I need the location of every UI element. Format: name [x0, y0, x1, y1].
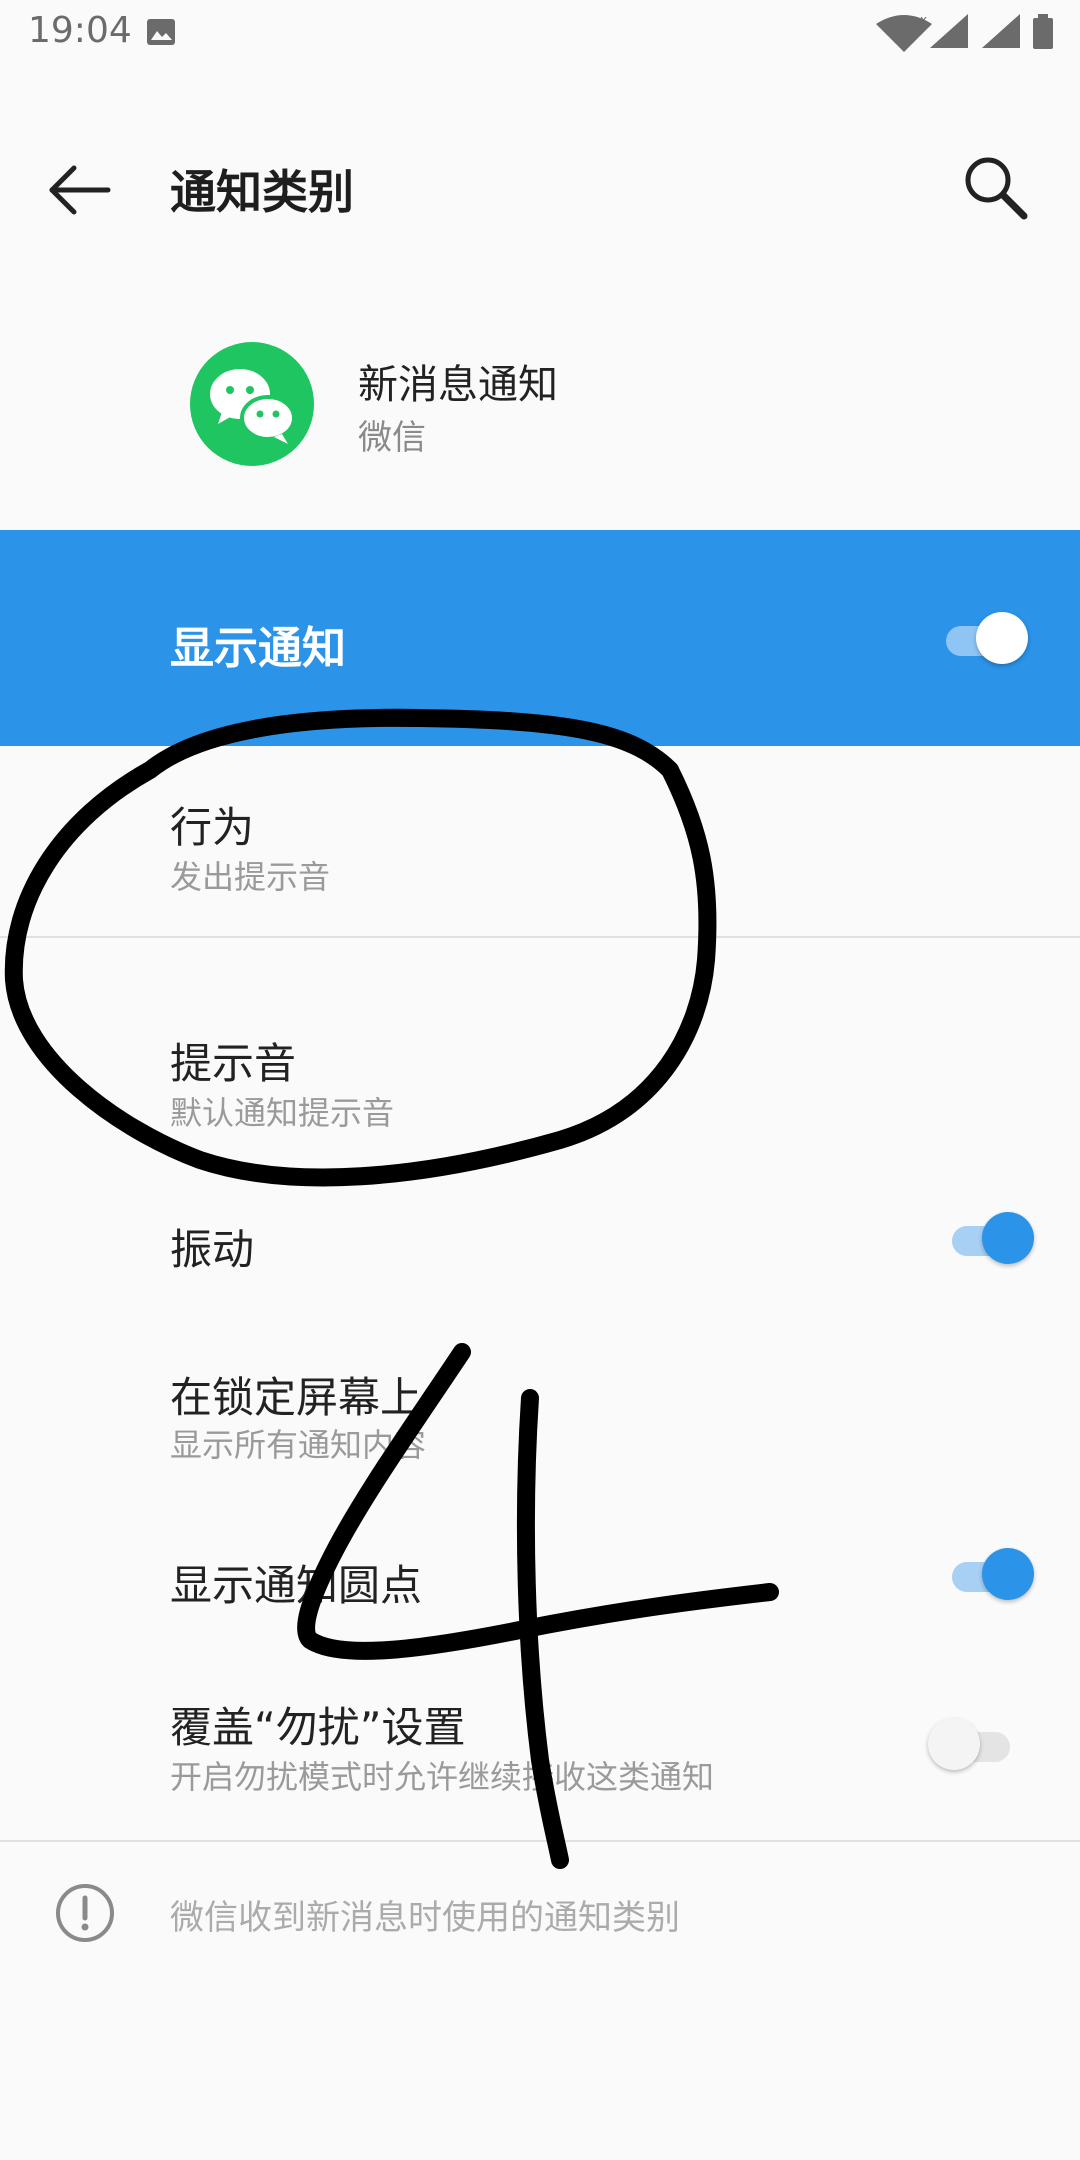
override-dnd-toggle[interactable]: [928, 1718, 1016, 1774]
battery-icon: [1033, 14, 1053, 49]
setting-summary: 显示所有通知内容: [170, 1426, 427, 1464]
toggle-thumb: [982, 1212, 1034, 1264]
setting-title: 显示通知圆点: [170, 1561, 423, 1610]
channel-title: 新消息通知: [358, 362, 558, 408]
setting-notification-dot[interactable]: 显示通知圆点: [0, 1500, 1080, 1660]
show-notifications-label: 显示通知: [170, 623, 346, 674]
notification-dot-toggle[interactable]: [946, 1548, 1034, 1604]
setting-summary: 默认通知提示音: [170, 1094, 395, 1132]
setting-summary: 开启勿扰模式时允许继续接收这类通知: [170, 1758, 715, 1796]
app-bar: 通知类别: [0, 80, 1080, 290]
cell-signal-icon-2: [982, 14, 1020, 48]
back-arrow-icon[interactable]: [44, 162, 114, 218]
status-time: 19:04: [28, 10, 132, 51]
footer-description: 微信收到新消息时使用的通知类别: [170, 1898, 680, 1938]
setting-title: 振动: [170, 1225, 255, 1274]
setting-title: 覆盖“勿扰”设置: [170, 1703, 466, 1752]
info-icon: [56, 1884, 114, 1942]
vibration-toggle[interactable]: [946, 1212, 1034, 1268]
setting-vibration[interactable]: 振动: [0, 1160, 1080, 1320]
show-notifications-switch-bar[interactable]: 显示通知: [0, 530, 1080, 746]
wechat-logo-icon: [190, 342, 314, 466]
show-notifications-toggle[interactable]: [940, 612, 1028, 668]
setting-summary: 发出提示音: [170, 858, 331, 896]
search-icon[interactable]: [960, 152, 1032, 224]
signal-x-label: x: [920, 14, 927, 27]
toggle-thumb: [982, 1548, 1034, 1600]
divider: [0, 1840, 1080, 1842]
setting-sound[interactable]: 提示音 默认通知提示音: [0, 938, 1080, 1132]
cell-signal-icon: [930, 14, 968, 48]
status-bar: 19:04 x: [0, 0, 1080, 64]
channel-header: 新消息通知 微信: [0, 300, 1080, 530]
setting-title: 提示音: [170, 1039, 297, 1088]
status-icons: x: [860, 0, 1080, 64]
setting-title: 在锁定屏幕上: [170, 1373, 423, 1422]
app-name: 微信: [358, 418, 426, 458]
gallery-icon: [147, 19, 175, 45]
toggle-thumb: [928, 1718, 980, 1770]
setting-lock-screen[interactable]: 在锁定屏幕上 显示所有通知内容: [0, 1330, 1080, 1500]
setting-override-dnd[interactable]: 覆盖“勿扰”设置 开启勿扰模式时允许继续接收这类通知: [0, 1670, 1080, 1840]
wifi-icon: x: [876, 14, 932, 52]
page-title: 通知类别: [170, 165, 354, 219]
setting-behavior[interactable]: 行为 发出提示音: [0, 746, 1080, 936]
toggle-thumb: [976, 612, 1028, 664]
setting-title: 行为: [170, 803, 255, 852]
